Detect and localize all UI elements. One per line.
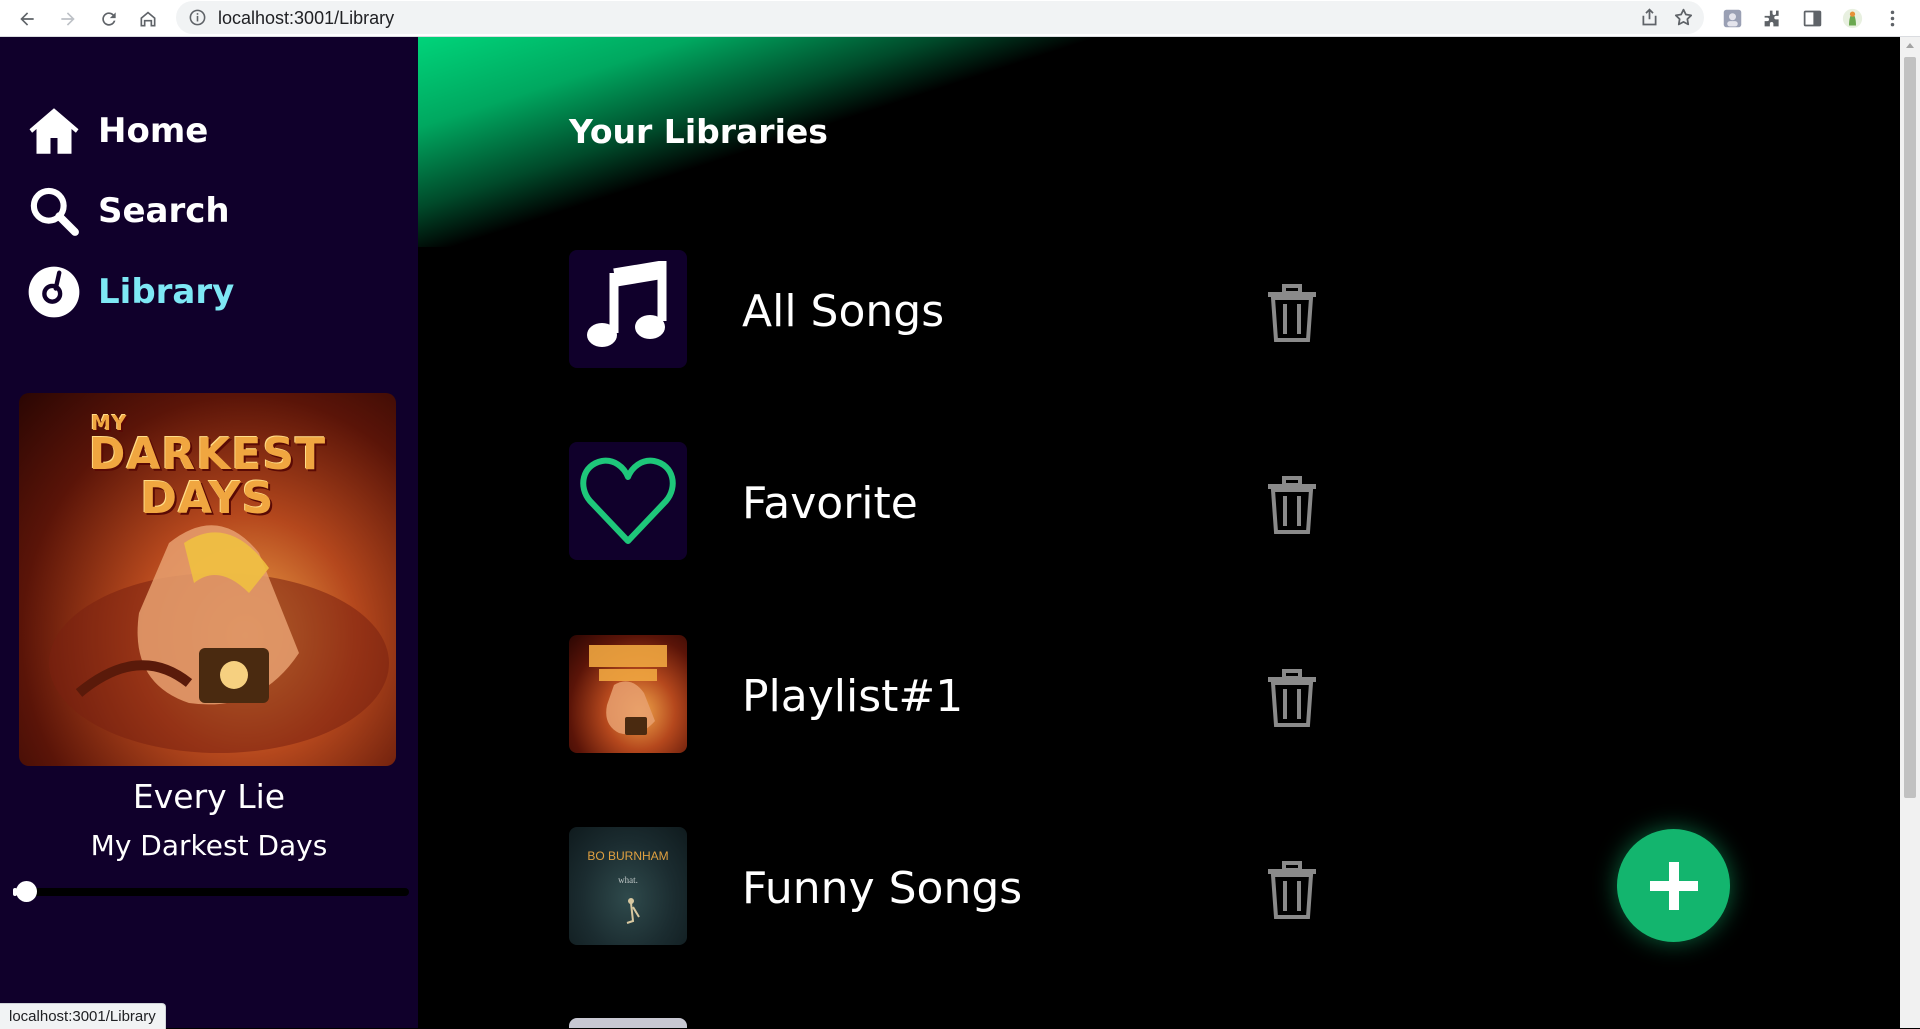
library-name: Funny Songs bbox=[742, 863, 1023, 914]
now-playing-album-art[interactable]: MY DARKEST DAYS bbox=[19, 393, 396, 766]
share-icon[interactable] bbox=[1639, 7, 1660, 28]
library-row-playlist-1[interactable]: Playlist#1 bbox=[569, 635, 1369, 753]
home-browser-button[interactable] bbox=[133, 4, 162, 33]
nav-home-label: Home bbox=[98, 111, 209, 151]
scroll-up-arrow-icon[interactable] bbox=[1900, 37, 1920, 55]
home-outline-icon bbox=[140, 11, 155, 26]
page-scrollbar[interactable] bbox=[1900, 37, 1920, 1028]
scrollbar-thumb[interactable] bbox=[1904, 57, 1916, 798]
side-panel-icon[interactable] bbox=[1798, 4, 1827, 33]
library-page: Your Libraries All Songs Favorite Playli… bbox=[418, 37, 1900, 1028]
library-name: Favorite bbox=[742, 478, 918, 529]
forward-button[interactable] bbox=[53, 4, 82, 33]
profile-extension-icon[interactable] bbox=[1718, 4, 1747, 33]
now-playing-title: Every Lie bbox=[132, 777, 286, 816]
library-row-partial[interactable] bbox=[569, 1018, 687, 1028]
extensions-puzzle-icon[interactable] bbox=[1758, 4, 1787, 33]
trash-icon[interactable] bbox=[1266, 669, 1318, 727]
page-title: Your Libraries bbox=[569, 112, 828, 151]
plus-icon bbox=[1649, 861, 1698, 910]
playlist-cover bbox=[569, 635, 687, 753]
album-art-lettering: MY DARKEST DAYS bbox=[88, 411, 327, 524]
search-icon bbox=[24, 181, 84, 241]
link-status-bubble: localhost:3001/Library bbox=[0, 1003, 166, 1029]
back-button[interactable] bbox=[12, 4, 41, 33]
browser-menu-icon[interactable] bbox=[1878, 4, 1907, 33]
library-row-funny-songs[interactable]: BO BURNHAM what. Funny Songs bbox=[569, 827, 1369, 945]
library-disc-icon bbox=[24, 262, 84, 322]
nav-search[interactable]: Search bbox=[24, 181, 230, 241]
url-text: localhost:3001/Library bbox=[218, 8, 395, 28]
reload-icon bbox=[101, 11, 116, 26]
playback-progress-bar[interactable] bbox=[13, 888, 409, 896]
library-row-all-songs[interactable]: All Songs bbox=[569, 250, 1369, 368]
trash-icon[interactable] bbox=[1266, 476, 1318, 534]
avatar[interactable] bbox=[1838, 4, 1867, 33]
playlist-cover: BO BURNHAM what. bbox=[569, 827, 687, 945]
now-playing-artist: My Darkest Days bbox=[90, 829, 328, 862]
address-bar[interactable]: localhost:3001/Library bbox=[176, 1, 1704, 34]
bookmark-star-icon[interactable] bbox=[1673, 7, 1694, 28]
nav-library-label: Library bbox=[98, 272, 235, 312]
heart-icon bbox=[569, 442, 687, 560]
home-icon bbox=[24, 101, 84, 161]
info-icon[interactable] bbox=[188, 8, 207, 27]
music-note-icon bbox=[569, 250, 687, 368]
nav-home[interactable]: Home bbox=[24, 101, 208, 161]
header-gradient bbox=[418, 37, 1318, 247]
reload-button[interactable] bbox=[94, 4, 123, 33]
browser-toolbar: localhost:3001/Library bbox=[0, 0, 1920, 37]
trash-icon[interactable] bbox=[1266, 861, 1318, 919]
nav-library[interactable]: Library bbox=[24, 262, 234, 322]
nav-search-label: Search bbox=[98, 191, 230, 231]
library-row-favorite[interactable]: Favorite bbox=[569, 442, 1369, 560]
library-name: Playlist#1 bbox=[742, 671, 964, 722]
trash-icon[interactable] bbox=[1266, 284, 1318, 342]
forward-arrow-icon bbox=[60, 11, 75, 26]
playback-progress-thumb[interactable] bbox=[15, 881, 37, 902]
add-library-button[interactable] bbox=[1617, 829, 1730, 942]
sidebar: Home Search Library MY DARKEST DAYS Ever… bbox=[0, 37, 418, 1028]
back-arrow-icon bbox=[19, 11, 34, 26]
library-name: All Songs bbox=[742, 286, 945, 337]
